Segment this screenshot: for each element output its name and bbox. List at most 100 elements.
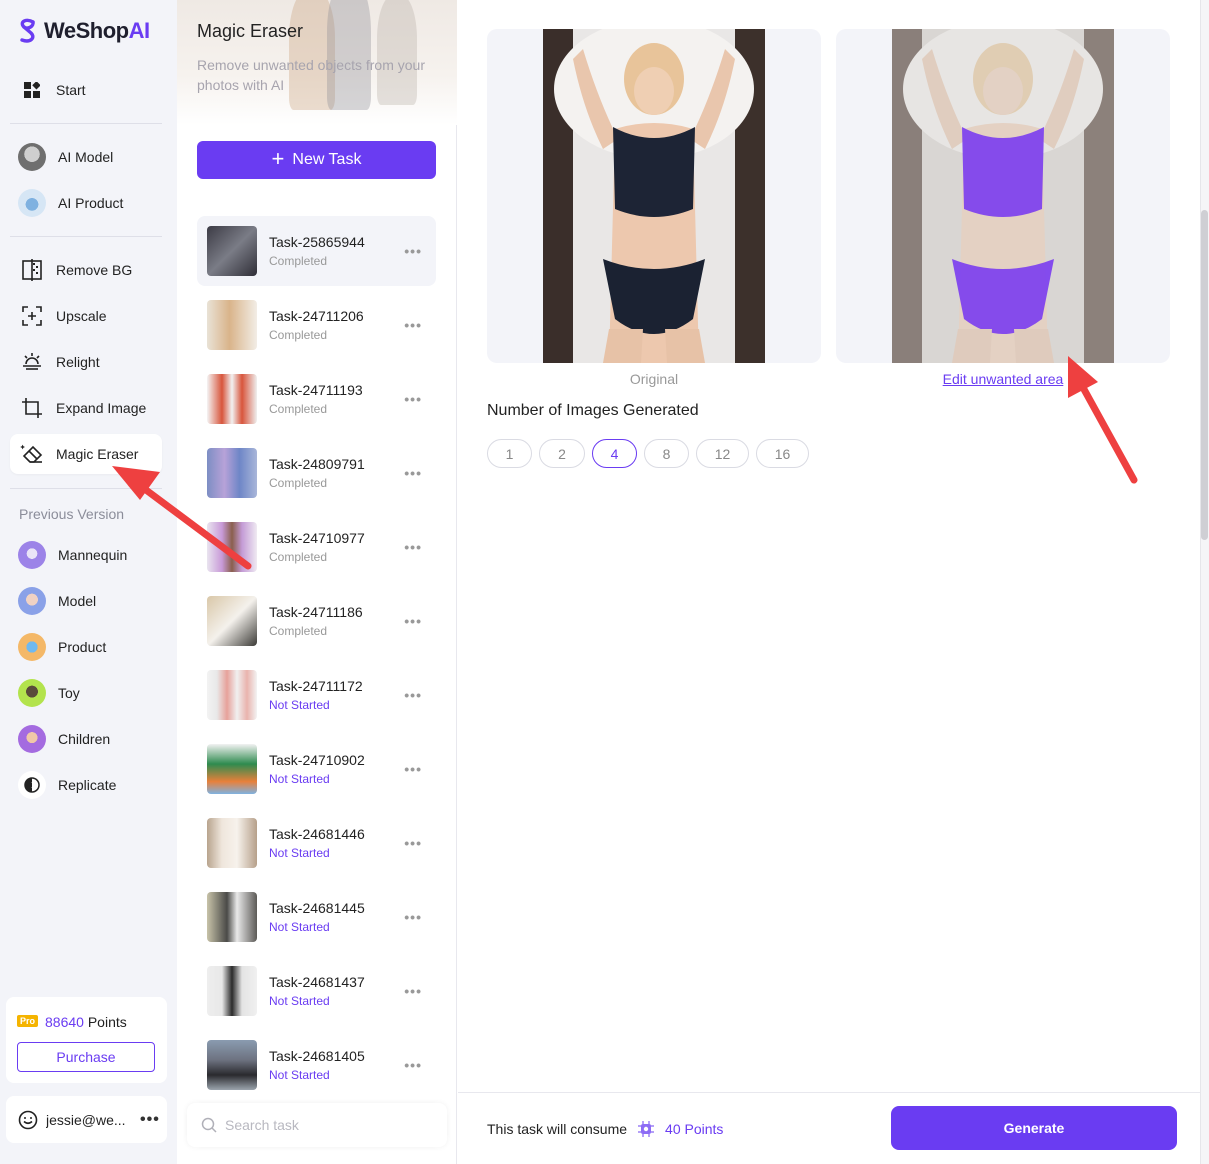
nav-item-upscale[interactable]: Upscale bbox=[10, 296, 162, 336]
count-option[interactable]: 8 bbox=[644, 439, 689, 468]
user-card[interactable]: jessie@we... ••• bbox=[6, 1096, 167, 1143]
task-row[interactable]: Task-24681405 Not Started ••• bbox=[197, 1030, 436, 1100]
more-icon[interactable]: ••• bbox=[404, 391, 422, 407]
task-row[interactable]: Task-25865944 Completed ••• bbox=[197, 216, 436, 286]
task-row[interactable]: Task-24809791 Completed ••• bbox=[197, 438, 436, 508]
eraser-icon bbox=[20, 442, 44, 466]
task-name: Task-24681446 bbox=[269, 826, 365, 842]
smiley-icon bbox=[18, 1110, 38, 1129]
nav-item-relight[interactable]: Relight bbox=[10, 342, 162, 382]
task-row[interactable]: Task-24711193 Completed ••• bbox=[197, 364, 436, 434]
nav-label: Upscale bbox=[56, 308, 107, 324]
task-name: Task-24711186 bbox=[269, 604, 363, 620]
main-workspace: Original Edit unwanted area Number of Im… bbox=[458, 0, 1200, 1164]
task-row[interactable]: Task-24711172 Not Started ••• bbox=[197, 660, 436, 730]
search-task-input[interactable] bbox=[225, 1117, 425, 1133]
more-icon[interactable]: ••• bbox=[404, 465, 422, 481]
more-icon[interactable]: ••• bbox=[404, 317, 422, 333]
photo-masked bbox=[892, 29, 1114, 363]
task-row[interactable]: Task-24681437 Not Started ••• bbox=[197, 956, 436, 1026]
nav-item-ai-model[interactable]: AI Model bbox=[10, 137, 162, 177]
more-icon[interactable]: ••• bbox=[404, 1057, 422, 1073]
task-status: Not Started bbox=[269, 772, 330, 786]
more-icon[interactable]: ••• bbox=[404, 761, 422, 777]
more-icon[interactable]: ••• bbox=[404, 539, 422, 555]
task-status: Not Started bbox=[269, 920, 330, 934]
task-row[interactable]: Task-24710977 Completed ••• bbox=[197, 512, 436, 582]
new-task-button[interactable]: + New Task bbox=[197, 141, 436, 179]
count-option[interactable]: 2 bbox=[539, 439, 585, 468]
task-name: Task-24710902 bbox=[269, 752, 365, 768]
points-card: Pro 88640 Points Purchase bbox=[6, 997, 167, 1083]
nav-item-remove-bg[interactable]: Remove BG bbox=[10, 250, 162, 290]
count-option[interactable]: 12 bbox=[696, 439, 749, 468]
more-icon[interactable]: ••• bbox=[140, 1111, 160, 1129]
nav-label: Product bbox=[58, 639, 107, 655]
logo-icon bbox=[20, 18, 35, 43]
task-status: Completed bbox=[269, 624, 328, 638]
nav-item-children[interactable]: Children bbox=[10, 719, 162, 759]
page-scrollbar-track[interactable] bbox=[1200, 0, 1209, 1164]
pro-badge: Pro bbox=[17, 1015, 39, 1027]
result-image-card[interactable] bbox=[836, 29, 1170, 363]
nav-label: Relight bbox=[56, 354, 100, 370]
task-thumbnail bbox=[207, 1040, 257, 1090]
task-name: Task-24809791 bbox=[269, 456, 365, 472]
relight-icon bbox=[20, 350, 44, 374]
task-status: Completed bbox=[269, 328, 328, 342]
nav-label: Toy bbox=[58, 685, 80, 701]
task-thumbnail bbox=[207, 374, 257, 424]
nav-label: Magic Eraser bbox=[56, 446, 139, 462]
crop-icon bbox=[20, 396, 44, 420]
page-scrollbar-thumb[interactable] bbox=[1201, 210, 1208, 540]
task-name: Task-24710977 bbox=[269, 530, 365, 546]
nav-item-toy[interactable]: Toy bbox=[10, 673, 162, 713]
plus-icon: + bbox=[271, 146, 285, 171]
nav-item-expand-image[interactable]: Expand Image bbox=[10, 388, 162, 428]
task-row[interactable]: Task-24710902 Not Started ••• bbox=[197, 734, 436, 804]
count-option-selected[interactable]: 4 bbox=[592, 439, 637, 468]
nav-divider bbox=[10, 123, 162, 124]
nav-item-product[interactable]: Product bbox=[10, 627, 162, 667]
nav-item-start[interactable]: Start bbox=[10, 70, 162, 110]
edit-unwanted-area-link[interactable]: Edit unwanted area bbox=[943, 371, 1064, 387]
consume-points: 40 Points bbox=[665, 1121, 724, 1137]
more-icon[interactable]: ••• bbox=[404, 613, 422, 629]
more-icon[interactable]: ••• bbox=[404, 983, 422, 999]
more-icon[interactable]: ••• bbox=[404, 909, 422, 925]
task-name: Task-24681405 bbox=[269, 1048, 365, 1064]
nav-item-replicate[interactable]: Replicate bbox=[10, 765, 162, 805]
brand-logo[interactable]: WeShopAI bbox=[16, 18, 150, 44]
user-email: jessie@we... bbox=[46, 1111, 126, 1128]
more-icon[interactable]: ••• bbox=[404, 243, 422, 259]
remove-bg-icon bbox=[20, 258, 44, 282]
task-name: Task-25865944 bbox=[269, 234, 365, 250]
task-row[interactable]: Task-24711206 Completed ••• bbox=[197, 290, 436, 360]
nav-item-mannequin[interactable]: Mannequin bbox=[10, 535, 162, 575]
count-option[interactable]: 1 bbox=[487, 439, 532, 468]
product-avatar bbox=[18, 633, 46, 661]
nav-item-model[interactable]: Model bbox=[10, 581, 162, 621]
nav-item-ai-product[interactable]: AI Product bbox=[10, 183, 162, 223]
upscale-icon bbox=[20, 304, 44, 328]
task-row[interactable]: Task-24681446 Not Started ••• bbox=[197, 808, 436, 878]
panel-subtitle: Remove unwanted objects from your photos… bbox=[197, 57, 425, 93]
task-list: Task-25865944 Completed ••• Task-2471120… bbox=[197, 216, 436, 1104]
previous-version-label: Previous Version bbox=[19, 506, 125, 522]
more-icon[interactable]: ••• bbox=[404, 687, 422, 703]
more-icon[interactable]: ••• bbox=[404, 835, 422, 851]
toy-avatar bbox=[18, 679, 46, 707]
original-image-card[interactable] bbox=[487, 29, 821, 363]
ai-product-avatar bbox=[18, 189, 46, 217]
task-row[interactable]: Task-24711186 Completed ••• bbox=[197, 586, 436, 656]
task-row[interactable]: Task-24681445 Not Started ••• bbox=[197, 882, 436, 952]
nav-label: Mannequin bbox=[58, 547, 128, 563]
task-thumbnail bbox=[207, 744, 257, 794]
generate-button[interactable]: Generate bbox=[891, 1106, 1177, 1150]
purchase-button[interactable]: Purchase bbox=[17, 1042, 155, 1072]
count-option[interactable]: 16 bbox=[756, 439, 809, 468]
consume-text: This task will consume bbox=[487, 1121, 628, 1137]
task-thumbnail bbox=[207, 300, 257, 350]
task-thumbnail bbox=[207, 966, 257, 1016]
nav-item-magic-eraser[interactable]: Magic Eraser bbox=[10, 434, 162, 474]
